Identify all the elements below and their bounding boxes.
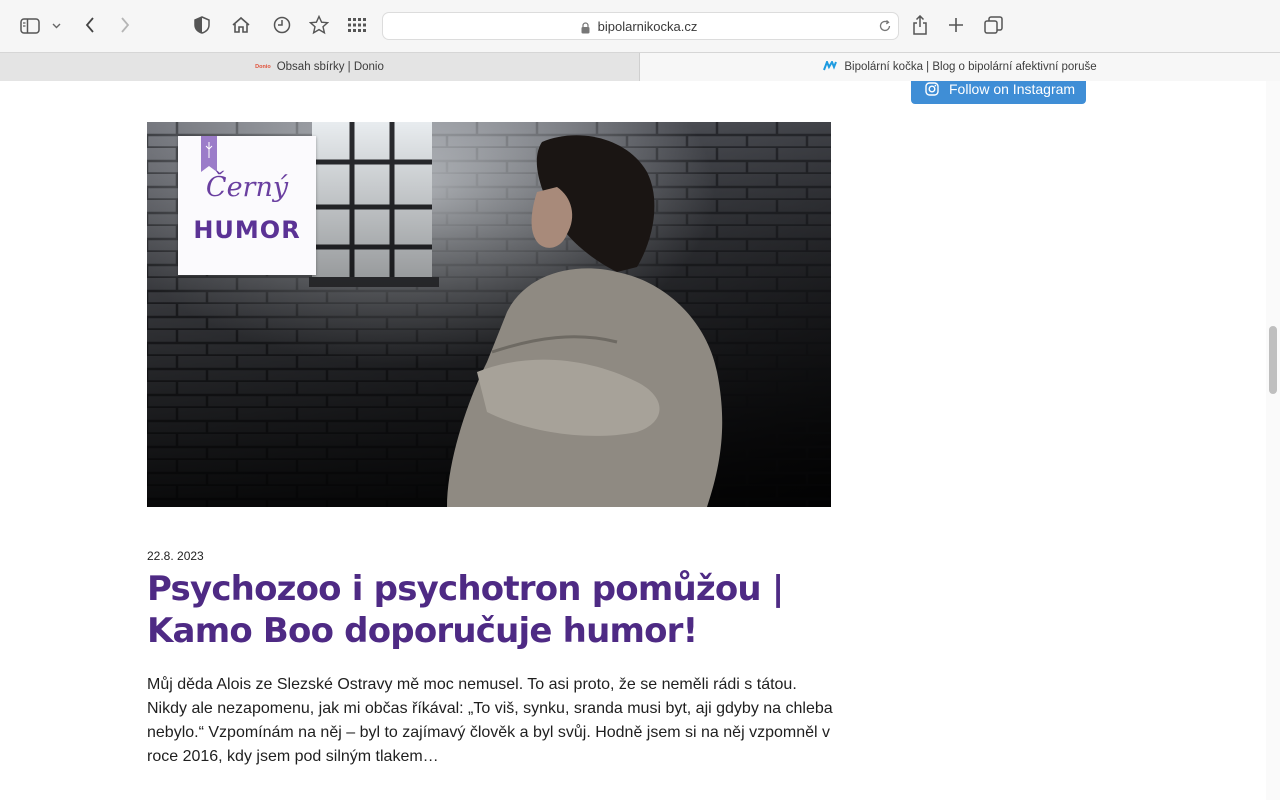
tab-bar: Donio Obsah sbírky | Donio Bipolární koč…: [0, 52, 1280, 81]
post-featured-image[interactable]: Černý HUMOR: [147, 122, 831, 507]
instagram-icon: [925, 81, 939, 96]
chevron-down-icon[interactable]: [50, 20, 62, 32]
shield-icon[interactable]: [192, 15, 212, 35]
bk-logo-icon: [823, 58, 838, 74]
bookmark-ribbon-icon: [201, 136, 217, 172]
scrollbar-thumb[interactable]: [1269, 326, 1277, 394]
grid-icon[interactable]: [346, 15, 368, 35]
url-text: bipolarnikocka.cz: [597, 19, 698, 34]
post-title[interactable]: Psychozoo i psychotron pomůžou | Kamo Bo…: [147, 568, 827, 652]
category-tag-card: Černý HUMOR: [178, 136, 316, 275]
tab-title: Bipolární kočka | Blog o bipolární afekt…: [844, 61, 1097, 73]
donio-favicon-icon: Donio: [255, 64, 271, 70]
address-bar[interactable]: bipolarnikocka.cz: [382, 12, 899, 40]
scrollbar[interactable]: [1266, 81, 1280, 800]
tabs-overview-icon[interactable]: [982, 15, 1004, 35]
back-icon[interactable]: [82, 14, 98, 36]
history-icon[interactable]: [271, 15, 293, 35]
tab-title: Obsah sbírky | Donio: [276, 61, 384, 73]
tab-donio[interactable]: Donio Obsah sbírky | Donio: [0, 53, 640, 81]
page-content: Follow on Instagram Černý HUMOR 22.8. 20…: [0, 81, 1266, 800]
forward-icon[interactable]: [117, 14, 133, 36]
post-excerpt: Můj děda Alois ze Slezské Ostravy mě moc…: [147, 676, 833, 765]
plus-icon[interactable]: [946, 15, 966, 35]
tag-line-1: Černý: [205, 172, 289, 203]
tag-line-2: HUMOR: [193, 216, 301, 244]
home-icon[interactable]: [230, 15, 252, 35]
share-icon[interactable]: [910, 13, 930, 37]
browser-toolbar: bipolarnikocka.cz: [0, 0, 1280, 52]
reload-icon[interactable]: [878, 19, 892, 38]
star-icon[interactable]: [308, 14, 330, 36]
tab-bipolarni-kocka[interactable]: Bipolární kočka | Blog o bipolární afekt…: [640, 53, 1280, 81]
follow-instagram-button[interactable]: Follow on Instagram: [911, 81, 1086, 104]
follow-instagram-label: Follow on Instagram: [949, 81, 1076, 97]
sidebar-icon[interactable]: [19, 16, 41, 36]
post-date: 22.8. 2023: [147, 549, 204, 563]
